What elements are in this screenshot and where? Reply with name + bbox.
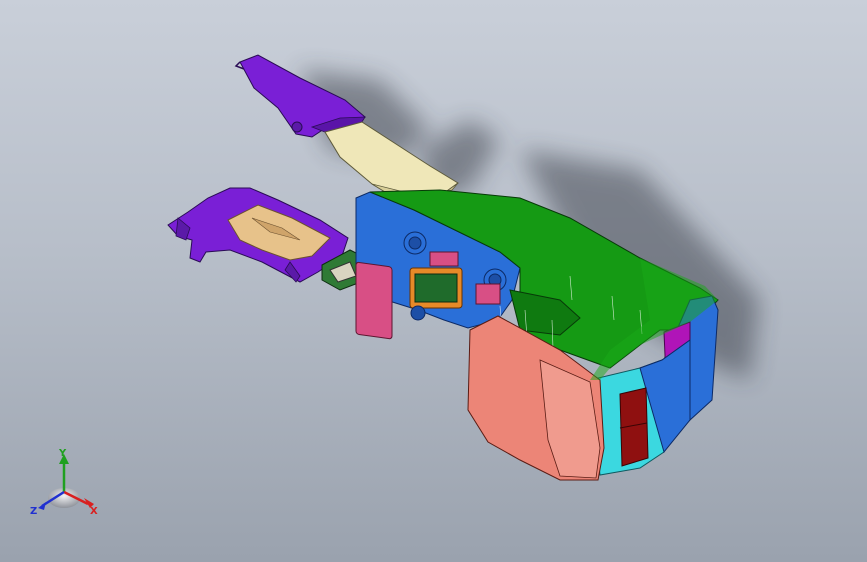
y-axis-label: Y bbox=[58, 448, 67, 459]
axis-triad[interactable]: Y Z X bbox=[24, 446, 104, 526]
z-arrow-icon bbox=[38, 502, 46, 510]
x-axis-label: X bbox=[90, 506, 98, 517]
console-assembly-model[interactable] bbox=[0, 0, 867, 562]
triad-graphic: Y Z X bbox=[30, 448, 98, 517]
rear-lamp[interactable] bbox=[619, 387, 649, 467]
z-axis-label: Z bbox=[30, 506, 37, 517]
cad-viewport[interactable]: Y Z X bbox=[0, 0, 867, 562]
